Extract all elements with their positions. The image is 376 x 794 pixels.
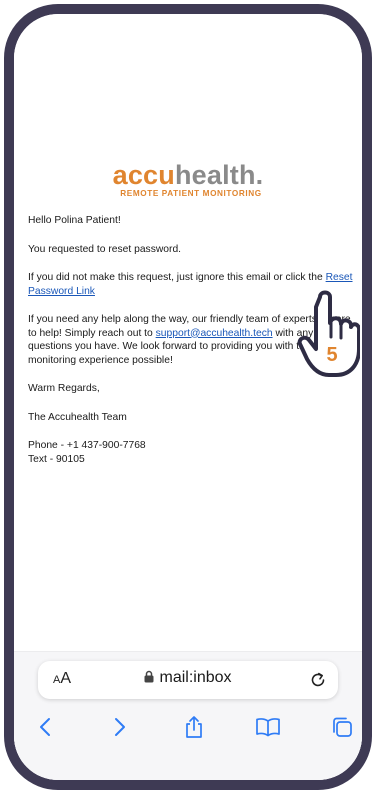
- email-ignore-text: If you did not make this request, just i…: [28, 272, 326, 283]
- url-text: mail:inbox: [159, 669, 232, 686]
- book-icon: [256, 718, 280, 737]
- email-team-signature: The Accuhealth Team: [28, 411, 127, 423]
- chevron-left-icon: [40, 718, 50, 736]
- tabs-button[interactable]: [327, 712, 357, 742]
- email-greeting: Hello Polina Patient!: [28, 215, 121, 226]
- bookmarks-button[interactable]: [253, 712, 283, 742]
- email-request-line: You requested to reset password.: [28, 243, 182, 255]
- email-screen: accuhealth. REMOTE PATIENT MONITORING He…: [14, 14, 362, 780]
- safari-bottom-bar: AA mail:inbox: [14, 651, 362, 780]
- back-button[interactable]: [30, 712, 60, 742]
- reload-icon[interactable]: [309, 671, 327, 689]
- forward-button[interactable]: [105, 712, 135, 742]
- email-text-number: Text - 90105: [28, 453, 85, 465]
- cursor-step-number: 5: [326, 344, 337, 366]
- share-icon: [186, 716, 202, 738]
- share-button[interactable]: [179, 712, 209, 742]
- logo-part-health: health.: [174, 160, 264, 190]
- logo-tagline: REMOTE PATIENT MONITORING: [120, 189, 262, 198]
- logo-wordmark: accuhealth.: [14, 160, 362, 190]
- hand-pointer-icon: 5: [297, 290, 360, 377]
- phone-frame: accuhealth. REMOTE PATIENT MONITORING He…: [4, 4, 372, 790]
- chevron-right-icon: [115, 718, 125, 736]
- tabs-icon: [333, 717, 352, 737]
- accuhealth-logo: accuhealth. REMOTE PATIENT MONITORING: [14, 160, 362, 198]
- url-display[interactable]: mail:inbox: [38, 669, 338, 687]
- safari-toolbar: [14, 712, 362, 742]
- address-bar[interactable]: AA mail:inbox: [38, 661, 338, 699]
- email-regards: Warm Regards,: [28, 383, 100, 394]
- logo-part-accu: accu: [112, 160, 175, 190]
- email-phone: Phone - +1 437-900-7768: [28, 440, 146, 451]
- support-email-link[interactable]: support@accuhealth.tech: [156, 328, 273, 339]
- lock-icon: [144, 670, 154, 683]
